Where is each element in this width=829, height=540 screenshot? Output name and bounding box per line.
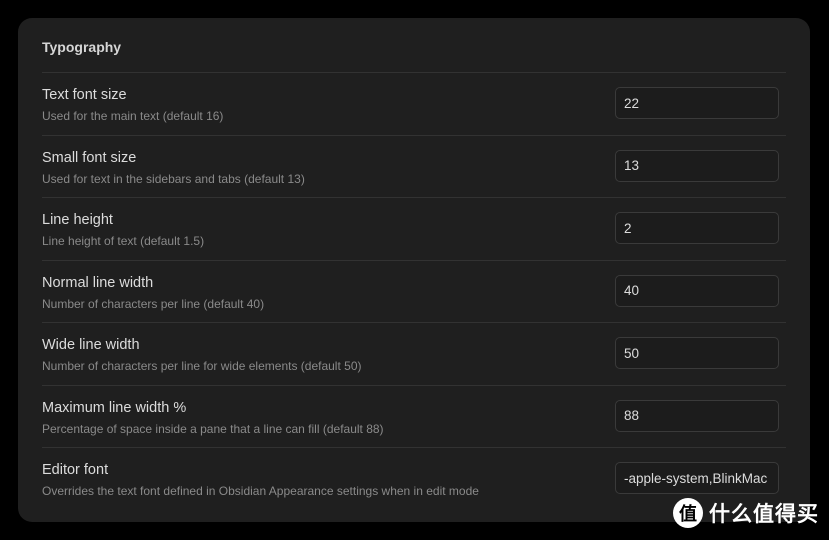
setting-description: Overrides the text font defined in Obsid… [42, 484, 479, 498]
section-title: Typography [42, 39, 122, 55]
setting-description: Number of characters per line for wide e… [42, 359, 362, 373]
setting-name: Maximum line width % [42, 399, 187, 416]
text-font-size-input[interactable] [615, 87, 779, 119]
setting-line-height: Line height Line height of text (default… [42, 197, 786, 260]
setting-description: Used for text in the sidebars and tabs (… [42, 171, 305, 186]
maximum-line-width-input[interactable] [615, 399, 779, 432]
setting-description: Used for the main text (default 16) [42, 109, 224, 123]
settings-panel: Typography Text font size Used for the m… [18, 18, 810, 522]
watermark: 值 什么值得买 [673, 498, 819, 528]
editor-font-input[interactable] [615, 462, 779, 494]
setting-small-font-size: Small font size Used for text in the sid… [42, 134, 786, 198]
setting-maximum-line-width: Maximum line width % Percentage of space… [42, 384, 786, 448]
setting-name: Editor font [42, 462, 109, 478]
line-height-input[interactable] [615, 212, 779, 244]
wide-line-width-input[interactable] [615, 337, 779, 369]
setting-text-font-size: Text font size Used for the main text (d… [42, 72, 786, 135]
watermark-logo-icon: 值 [673, 498, 703, 528]
watermark-text: 什么值得买 [709, 502, 819, 526]
setting-name: Normal line width [42, 274, 154, 291]
setting-normal-line-width: Normal line width Number of characters p… [42, 259, 786, 323]
normal-line-width-input[interactable] [615, 274, 779, 307]
setting-description: Line height of text (default 1.5) [42, 234, 205, 248]
setting-name: Text font size [42, 87, 127, 103]
setting-name: Line height [42, 212, 113, 228]
setting-name: Small font size [42, 149, 137, 166]
setting-description: Percentage of space inside a pane that a… [42, 421, 384, 436]
setting-name: Wide line width [42, 337, 140, 353]
setting-description: Number of characters per line (default 4… [42, 296, 265, 311]
setting-wide-line-width: Wide line width Number of characters per… [42, 322, 786, 385]
settings-list: Text font size Used for the main text (d… [42, 72, 786, 510]
small-font-size-input[interactable] [615, 149, 779, 182]
